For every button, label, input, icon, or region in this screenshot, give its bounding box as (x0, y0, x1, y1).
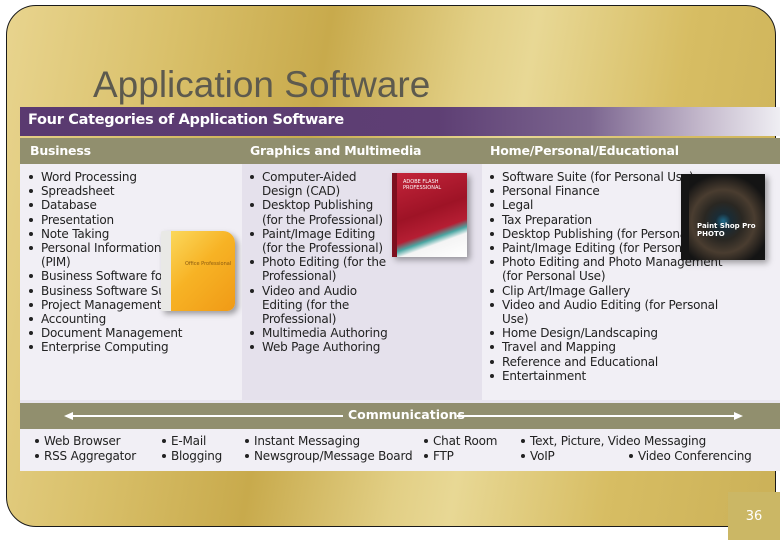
list-item: Clip Art/Image Gallery (487, 284, 727, 298)
list-item: Database (26, 198, 236, 212)
arrow-line-right (457, 415, 737, 417)
comm-item: Video Conferencing (628, 449, 752, 463)
office-product-box-image: Office Professional (161, 231, 235, 311)
list-item: Document Management (26, 326, 236, 340)
category-label-home: Home/Personal/Educational (490, 143, 679, 158)
comm-item: Text, Picture, Video Messaging (520, 434, 706, 448)
list-item: Home Design/Landscaping (487, 326, 727, 340)
list-item: Video and Audio Editing (for the Profess… (247, 284, 397, 327)
column-business: Word Processing Spreadsheet Database Presen… (20, 164, 242, 400)
list-item: Multimedia Authoring (247, 326, 397, 340)
list-item: Accounting (26, 312, 236, 326)
list-item: Desktop Publishing (for the Professional… (247, 198, 397, 227)
comm-item: Blogging (161, 449, 222, 463)
list-item: Video and Audio Editing (for Personal Us… (487, 298, 727, 326)
category-label-graphics: Graphics and Multimedia (250, 143, 422, 158)
list-item: Web Page Authoring (247, 340, 397, 354)
list-item: Spreadsheet (26, 184, 236, 198)
arrow-line-left (68, 415, 343, 417)
list-item: Word Processing (26, 170, 236, 184)
comm-item: RSS Aggregator (34, 449, 136, 463)
comm-item: Web Browser (34, 434, 121, 448)
paintshop-product-box-image: Paint Shop Pro PHOTO (681, 174, 765, 260)
flash-box-text: ADOBE FLASH PROFESSIONAL (403, 179, 442, 191)
figure-header: Four Categories of Application Software (20, 107, 780, 136)
category-header-bar: Business Graphics and Multimedia Home/Pe… (20, 138, 780, 164)
comm-item: Instant Messaging (244, 434, 360, 448)
figure-title: Four Categories of Application Software (28, 112, 344, 128)
graphics-list: Computer-Aided Design (CAD) Desktop Publi… (247, 170, 397, 355)
communications-list: Web Browser RSS Aggregator E-Mail Bloggi… (20, 429, 780, 471)
list-item: Enterprise Computing (26, 340, 236, 354)
list-item: Computer-Aided Design (CAD) (247, 170, 397, 198)
comm-item: FTP (423, 449, 454, 463)
list-item: Paint/Image Editing (for the Professiona… (247, 227, 397, 255)
page-number: 36 (728, 492, 780, 540)
comm-item: E-Mail (161, 434, 206, 448)
list-item: Entertainment (487, 369, 727, 383)
application-software-figure: Four Categories of Application Software … (20, 107, 780, 471)
flash-product-box-image: ADOBE FLASH PROFESSIONAL (392, 173, 467, 257)
communications-label: Communications (348, 407, 465, 422)
category-label-business: Business (30, 143, 91, 158)
comm-item: Newsgroup/Message Board (244, 449, 413, 463)
arrow-right-icon (734, 412, 743, 420)
list-item: Presentation (26, 213, 236, 227)
list-item: Travel and Mapping (487, 340, 727, 354)
communications-bar: Communications (20, 403, 780, 429)
paintshop-box-text: Paint Shop Pro PHOTO (697, 222, 756, 238)
list-item: Photo Editing (for the Professional) (247, 255, 397, 283)
comm-item: VoIP (520, 449, 555, 463)
slide-title: Application Software (93, 64, 431, 105)
list-item: Reference and Educational (487, 355, 727, 369)
comm-item: Chat Room (423, 434, 497, 448)
office-box-text: Office Professional (185, 261, 232, 267)
